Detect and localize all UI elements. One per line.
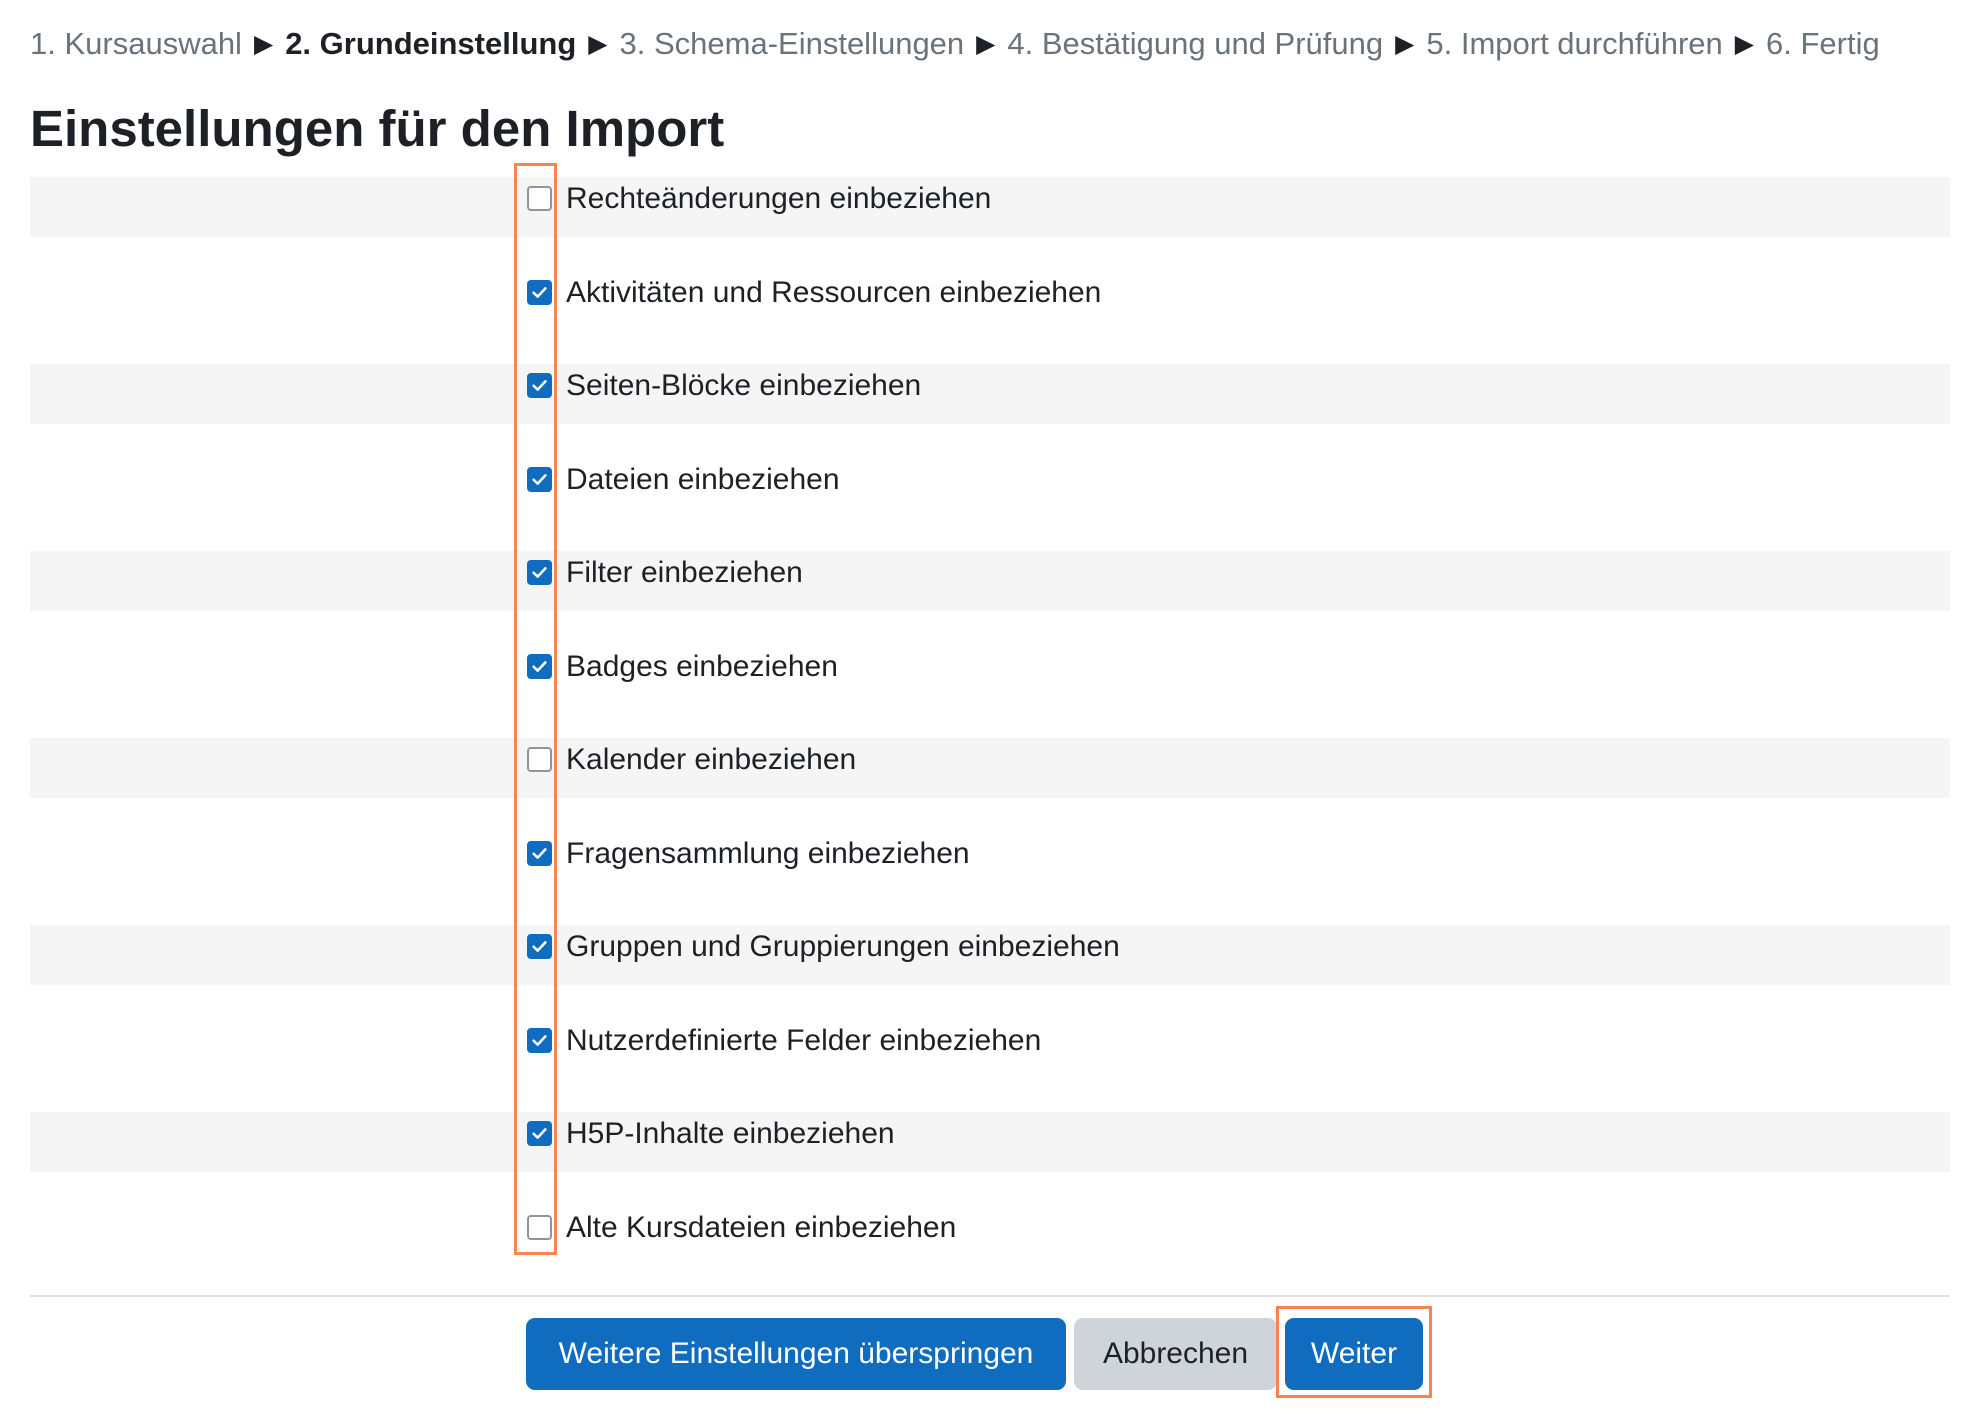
setting-row: Filter einbeziehen — [30, 551, 1950, 611]
setting-label[interactable]: Kalender einbeziehen — [566, 738, 856, 782]
setting-row: Kalender einbeziehen — [30, 738, 1950, 798]
step-separator-icon: ▶ — [588, 30, 608, 58]
setting-row: Dateien einbeziehen — [30, 458, 1950, 518]
step-course-selection: 1. Kursauswahl — [30, 26, 242, 61]
setting-row: Badges einbeziehen — [30, 645, 1950, 705]
setting-checkbox[interactable] — [527, 1214, 552, 1240]
setting-checkbox[interactable] — [527, 560, 552, 585]
checkmark-icon — [532, 567, 547, 578]
setting-label[interactable]: Fragensammlung einbeziehen — [566, 832, 970, 876]
checkmark-icon — [532, 380, 547, 391]
setting-row: Fragensammlung einbeziehen — [30, 832, 1950, 892]
setting-row: Gruppen und Gruppierungen einbeziehen — [30, 925, 1950, 985]
step-schema-settings: 3. Schema-Einstellungen — [619, 26, 965, 61]
checkmark-icon — [532, 941, 547, 952]
setting-label[interactable]: Alte Kursdateien einbeziehen — [566, 1206, 956, 1250]
setting-checkbox[interactable] — [527, 1027, 552, 1053]
setting-checkbox[interactable] — [527, 186, 552, 211]
form-divider — [30, 1295, 1950, 1297]
step-separator-icon: ▶ — [976, 30, 996, 58]
setting-checkbox[interactable] — [527, 840, 552, 866]
checkmark-icon — [532, 286, 547, 298]
cancel-button[interactable]: Abbrechen — [1074, 1318, 1277, 1390]
setting-label[interactable]: Filter einbeziehen — [566, 551, 803, 595]
import-settings-list: Rechteänderungen einbeziehen Aktivitäten… — [30, 177, 1950, 1299]
setting-checkbox[interactable] — [527, 934, 552, 959]
setting-label[interactable]: Dateien einbeziehen — [566, 458, 840, 502]
page-title: Einstellungen für den Import — [30, 100, 725, 157]
step-separator-icon: ▶ — [253, 30, 274, 58]
setting-row: Nutzerdefinierte Felder einbeziehen — [30, 1019, 1950, 1079]
step-perform-import: 5. Import durchführen — [1426, 26, 1723, 61]
setting-checkbox[interactable] — [527, 466, 552, 492]
setting-label[interactable]: Badges einbeziehen — [566, 645, 838, 689]
setting-checkbox[interactable] — [527, 373, 552, 398]
step-separator-icon: ▶ — [1395, 30, 1415, 58]
setting-label[interactable]: Gruppen und Gruppierungen einbeziehen — [566, 925, 1120, 969]
setting-label[interactable]: Aktivitäten und Ressourcen einbeziehen — [566, 271, 1101, 315]
checkmark-icon — [532, 1034, 547, 1046]
checkmark-icon — [532, 660, 547, 672]
step-confirmation: 4. Bestätigung und Prüfung — [1007, 26, 1384, 61]
skip-settings-button[interactable]: Weitere Einstellungen überspringen — [526, 1318, 1066, 1390]
setting-row: Seiten-Blöcke einbeziehen — [30, 364, 1950, 424]
checkmark-icon — [532, 847, 547, 859]
setting-checkbox[interactable] — [527, 747, 552, 772]
setting-checkbox[interactable] — [527, 653, 552, 679]
step-separator-icon: ▶ — [1734, 30, 1754, 58]
setting-label[interactable]: H5P-Inhalte einbeziehen — [566, 1112, 895, 1156]
step-basic-settings: 2. Grundeinstellung — [285, 26, 577, 61]
setting-checkbox[interactable] — [527, 1121, 552, 1146]
setting-label[interactable]: Seiten-Blöcke einbeziehen — [566, 364, 921, 408]
setting-checkbox[interactable] — [527, 279, 552, 305]
setting-row: Aktivitäten und Ressourcen einbeziehen — [30, 271, 1950, 331]
setting-label[interactable]: Nutzerdefinierte Felder einbeziehen — [566, 1019, 1041, 1063]
next-button[interactable]: Weiter — [1285, 1318, 1423, 1390]
checkmark-icon — [532, 473, 547, 485]
step-complete: 6. Fertig — [1766, 26, 1880, 61]
setting-row: Alte Kursdateien einbeziehen — [30, 1206, 1950, 1266]
setting-label[interactable]: Rechteänderungen einbeziehen — [566, 177, 991, 221]
import-stepper: 1. Kursauswahl ▶ 2. Grundeinstellung ▶ 3. Sc… — [30, 22, 1880, 68]
setting-row: H5P-Inhalte einbeziehen — [30, 1112, 1950, 1172]
setting-row: Rechteänderungen einbeziehen — [30, 177, 1950, 237]
checkmark-icon — [532, 1128, 547, 1139]
